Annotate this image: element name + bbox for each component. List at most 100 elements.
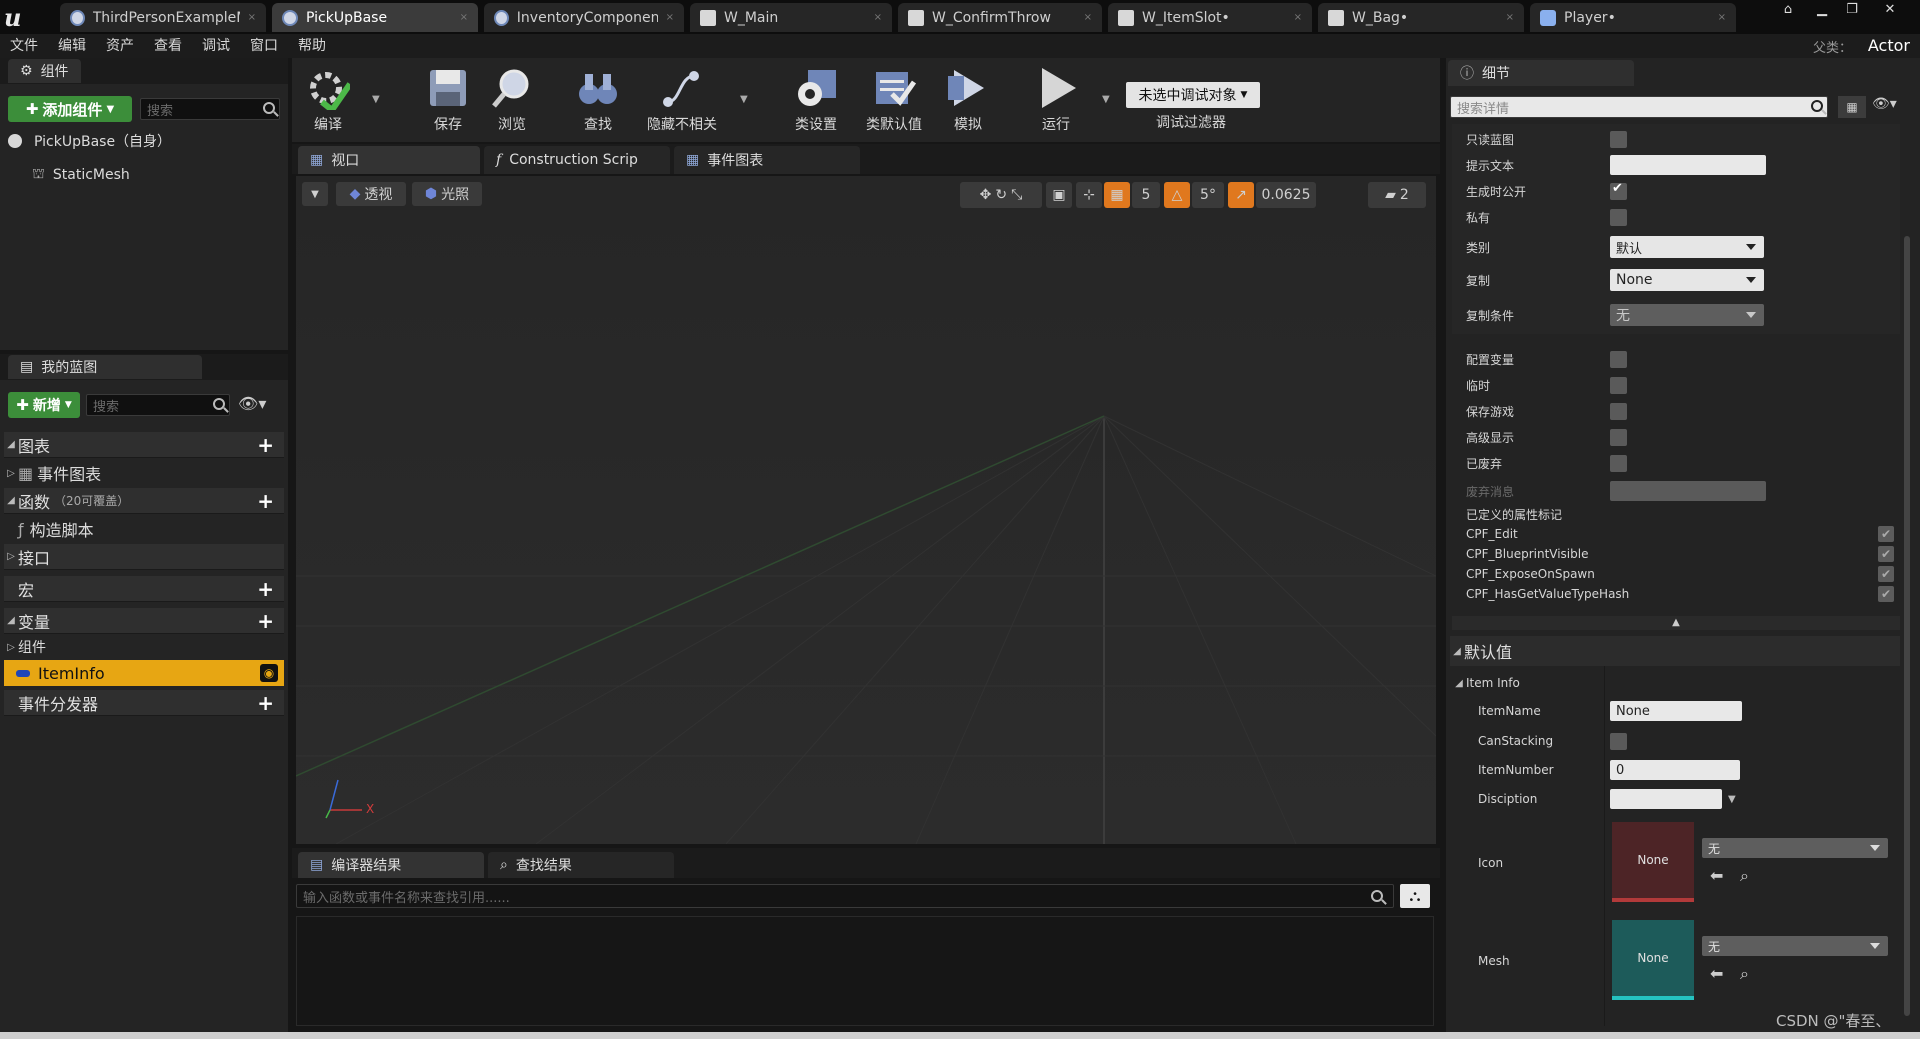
viewport[interactable]: X ▼ ◆ 透视 ⬢ 光照 ✥ ↻ ⤡ ▣ ⊹ ▦ 5 △ 5° ↗ 0.062… xyxy=(296,176,1436,844)
eye-visibility-icon[interactable]: 👁▾ xyxy=(238,394,278,416)
component-staticmesh-item[interactable]: ⛫ StaticMesh xyxy=(32,162,282,188)
perspective-button[interactable]: ◆ 透视 xyxy=(336,182,406,206)
tab-compiler-results[interactable]: ▤ 编译器结果 xyxy=(298,852,484,878)
deprecated-checkbox[interactable] xyxy=(1610,454,1627,472)
chevron-down-icon[interactable]: ▼ xyxy=(1728,794,1736,805)
transform-tools-group[interactable]: ✥ ↻ ⤡ xyxy=(960,182,1042,208)
scale-icon[interactable]: ⤡ xyxy=(1011,187,1022,203)
item-number-input[interactable]: 0 xyxy=(1610,760,1740,780)
menu-view[interactable]: 查看 xyxy=(144,34,192,58)
add-macro-icon[interactable]: + xyxy=(257,577,274,601)
tooltip-input[interactable] xyxy=(1610,155,1766,175)
event-graph-item[interactable]: ▷ ▦ 事件图表 xyxy=(4,460,284,486)
variable-iteminfo-item[interactable]: ItemInfo ◉ xyxy=(4,660,284,686)
transient-checkbox[interactable] xyxy=(1610,376,1627,394)
debug-object-dropdown[interactable]: 未选中调试对象 ▼ xyxy=(1126,82,1260,108)
simulate-button[interactable]: 模拟 xyxy=(940,62,996,138)
dispatchers-section[interactable]: 事件分发器 + xyxy=(4,690,284,716)
tab-1[interactable]: PickUpBase × xyxy=(272,3,478,32)
browse-asset-icon[interactable]: ⌕ xyxy=(1740,964,1749,984)
my-blueprint-tab[interactable]: ▤ 我的蓝图 xyxy=(8,355,202,379)
add-graph-icon[interactable]: + xyxy=(257,433,274,457)
icon-asset-dropdown[interactable]: 无 xyxy=(1702,838,1888,858)
macros-section[interactable]: 宏 + xyxy=(4,576,284,602)
advanced-checkbox[interactable] xyxy=(1610,428,1627,446)
play-button[interactable]: 运行 xyxy=(1028,62,1084,138)
construction-script-item[interactable]: ƒ 构造脚本 xyxy=(18,516,278,542)
eye-visibility-icon[interactable]: 👁▾ xyxy=(1872,96,1912,118)
close-tab-icon[interactable]: × xyxy=(666,12,674,23)
components-search-input[interactable]: 搜索 xyxy=(140,98,280,120)
window-help-icon[interactable]: ⌂ xyxy=(1772,0,1804,20)
menu-window[interactable]: 窗口 xyxy=(240,34,288,58)
menu-debug[interactable]: 调试 xyxy=(192,34,240,58)
add-dispatcher-icon[interactable]: + xyxy=(257,691,274,715)
save-button[interactable]: 保存 xyxy=(420,62,476,138)
grid-snap-icon[interactable]: ▦ xyxy=(1104,182,1130,208)
coordinate-space-icon[interactable]: ▣ xyxy=(1046,182,1072,208)
viewport-options-button[interactable]: ▼ xyxy=(302,182,328,206)
savegame-checkbox[interactable] xyxy=(1610,402,1627,420)
compile-button[interactable]: 编译 xyxy=(300,62,356,138)
expose-on-spawn-checkbox[interactable] xyxy=(1610,181,1627,200)
tab-7[interactable]: Player• × xyxy=(1530,3,1736,32)
discription-input[interactable] xyxy=(1610,789,1722,809)
tab-4[interactable]: W_ConfirmThrow × xyxy=(898,3,1102,32)
tab-6[interactable]: W_Bag• × xyxy=(1318,3,1524,32)
eye-icon[interactable]: ◉ xyxy=(260,664,278,682)
item-info-group[interactable]: ◢ Item Info xyxy=(1452,670,1602,696)
class-defaults-button[interactable]: 类默认值 xyxy=(860,62,928,138)
add-component-button[interactable]: ✚ 添加组件 ▼ xyxy=(8,96,132,122)
rep-condition-dropdown[interactable]: 无 xyxy=(1610,304,1764,326)
mesh-asset-dropdown[interactable]: 无 xyxy=(1702,936,1888,956)
default-value-section[interactable]: ◢ 默认值 xyxy=(1450,636,1900,666)
tab-construction-script[interactable]: f Construction Scrip xyxy=(484,146,670,174)
new-button[interactable]: ✚ 新增 ▼ xyxy=(8,392,80,418)
tab-3[interactable]: W_Main × xyxy=(690,3,892,32)
close-tab-icon[interactable]: × xyxy=(1294,12,1302,23)
variables-components-category[interactable]: ▷ 组件 xyxy=(4,634,284,660)
component-root-item[interactable]: PickUpBase（自身） xyxy=(8,128,284,154)
play-options-chevron-icon[interactable]: ▼ xyxy=(1102,94,1110,105)
use-selected-arrow-icon[interactable]: ⬅ xyxy=(1710,866,1723,885)
close-tab-icon[interactable]: × xyxy=(1506,12,1514,23)
menu-edit[interactable]: 编辑 xyxy=(48,34,96,58)
interfaces-section[interactable]: ▷ 接口 xyxy=(4,544,284,570)
replication-dropdown[interactable]: None xyxy=(1610,269,1764,291)
find-button[interactable]: 查找 xyxy=(570,62,626,138)
config-checkbox[interactable] xyxy=(1610,350,1627,368)
functions-section[interactable]: ◢ 函数 （20可覆盖） + xyxy=(4,488,284,514)
add-variable-icon[interactable]: + xyxy=(257,609,274,633)
menu-file[interactable]: 文件 xyxy=(0,34,48,58)
tab-viewport[interactable]: ▦ 视口 xyxy=(298,146,480,174)
add-function-icon[interactable]: + xyxy=(257,489,274,513)
collapse-advanced-icon[interactable]: ▲ xyxy=(1452,616,1900,630)
graphs-section[interactable]: ◢ 图表 + xyxy=(4,432,284,458)
surface-snap-icon[interactable]: ⊹ xyxy=(1076,182,1102,208)
browse-asset-icon[interactable]: ⌕ xyxy=(1740,866,1749,886)
scale-snap-value[interactable]: 0.0625 xyxy=(1256,182,1316,208)
close-tab-icon[interactable]: × xyxy=(1718,12,1726,23)
menu-help[interactable]: 帮助 xyxy=(288,34,336,58)
move-icon[interactable]: ✥ xyxy=(980,187,992,203)
icon-thumbnail[interactable]: None xyxy=(1612,822,1694,902)
tab-2[interactable]: InventoryComponent• × xyxy=(484,3,684,32)
mesh-thumbnail[interactable]: None xyxy=(1612,920,1694,1000)
parent-class-link[interactable]: Actor xyxy=(1868,36,1910,55)
rotation-snap-value[interactable]: 5° xyxy=(1192,182,1224,208)
rotate-icon[interactable]: ↻ xyxy=(995,187,1007,203)
details-tab[interactable]: ⓘ 细节 xyxy=(1448,60,1634,86)
find-in-all-blueprints-button[interactable]: ⛬ xyxy=(1400,884,1430,908)
private-checkbox[interactable] xyxy=(1610,208,1627,226)
class-settings-button[interactable]: 类设置 xyxy=(788,62,844,138)
find-references-input[interactable]: 输入函数或事件名称来查找引用...... xyxy=(296,884,1394,908)
browse-button[interactable]: 浏览 xyxy=(484,62,540,138)
lit-button[interactable]: ⬢ 光照 xyxy=(412,182,482,206)
use-selected-arrow-icon[interactable]: ⬅ xyxy=(1710,964,1723,983)
deprecated-msg-input[interactable] xyxy=(1610,481,1766,501)
camera-speed-button[interactable]: ▰ 2 xyxy=(1368,182,1426,208)
tab-event-graph[interactable]: ▦ 事件图表 xyxy=(674,146,860,174)
close-tab-icon[interactable]: × xyxy=(874,12,882,23)
compile-options-chevron-icon[interactable]: ▼ xyxy=(372,94,380,105)
close-tab-icon[interactable]: × xyxy=(1084,12,1092,23)
